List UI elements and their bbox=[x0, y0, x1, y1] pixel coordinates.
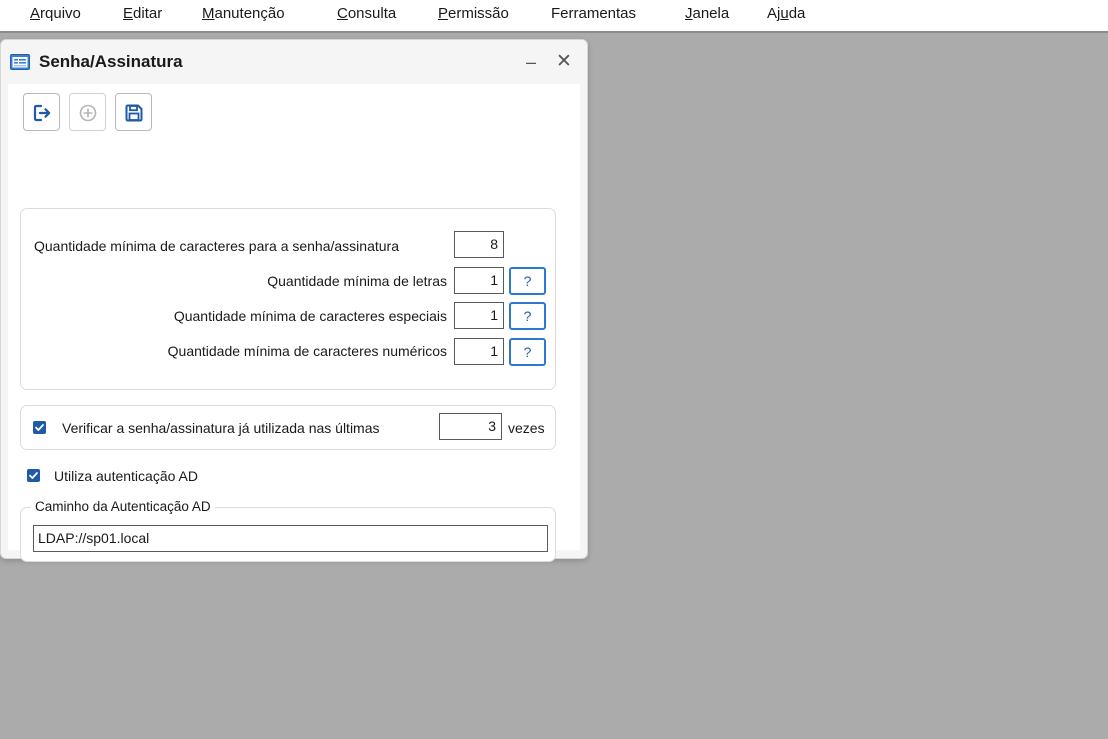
save-disk-icon bbox=[125, 104, 143, 122]
add-button[interactable] bbox=[69, 93, 106, 131]
min-letters-help-button[interactable]: ? bbox=[509, 267, 546, 295]
ad-checkbox[interactable] bbox=[27, 469, 40, 482]
menu-mnemonic: A bbox=[30, 5, 41, 22]
menu-label: ermissão bbox=[448, 5, 509, 22]
save-button[interactable] bbox=[115, 93, 152, 131]
menu-label: da bbox=[788, 5, 806, 22]
min-chars-label: Quantidade mínima de caracteres para a s… bbox=[34, 238, 399, 254]
min-special-label: Quantidade mínima de caracteres especiai… bbox=[173, 308, 447, 324]
window-title: Senha/Assinatura bbox=[39, 52, 183, 71]
menu-consulta[interactable]: Consulta bbox=[337, 5, 396, 23]
password-rules-group: Quantidade mínima de caracteres para a s… bbox=[20, 208, 556, 390]
min-letters-label: Quantidade mínima de letras bbox=[267, 273, 447, 289]
menu-label: rquivo bbox=[40, 5, 81, 22]
checkmark-icon bbox=[29, 472, 38, 479]
menu-arquivo[interactable]: Arquivo bbox=[30, 5, 81, 23]
history-label: Verificar a senha/assinatura já utilizad… bbox=[62, 420, 380, 436]
menu-label: anutenção bbox=[214, 5, 285, 22]
menu-label: Aj bbox=[767, 5, 781, 22]
min-special-input[interactable]: 1 bbox=[454, 302, 504, 329]
min-special-help-button[interactable]: ? bbox=[509, 302, 546, 330]
menu-mnemonic: E bbox=[123, 5, 134, 22]
close-button[interactable]: ✕ bbox=[553, 50, 575, 74]
ad-path-group: Caminho da Autenticação AD LDAP://sp01.l… bbox=[20, 499, 556, 562]
ad-path-input[interactable]: LDAP://sp01.local bbox=[33, 525, 548, 552]
menu-mnemonic: C bbox=[337, 5, 348, 22]
title-bar[interactable]: Senha/Assinatura – ✕ bbox=[1, 40, 587, 84]
menu-mnemonic: J bbox=[685, 5, 693, 22]
senha-assinatura-window: Senha/Assinatura – ✕ Quantidade mínima d… bbox=[0, 39, 588, 562]
menu-manutencao[interactable]: Manutenção bbox=[202, 5, 285, 23]
min-letters-input[interactable]: 1 bbox=[454, 267, 504, 294]
menu-bar: Arquivo Editar Manutenção Consulta Permi… bbox=[0, 0, 1108, 33]
minimize-button[interactable]: – bbox=[520, 50, 542, 74]
history-count-input[interactable]: 3 bbox=[439, 413, 502, 440]
menu-editar[interactable]: Editar bbox=[123, 5, 162, 23]
menu-ajuda[interactable]: Ajuda bbox=[767, 5, 805, 23]
min-numeric-label: Quantidade mínima de caracteres numérico… bbox=[167, 343, 447, 359]
history-suffix: vezes bbox=[508, 420, 545, 436]
menu-mnemonic: u bbox=[780, 5, 789, 22]
menu-ferramentas[interactable]: Ferramentas bbox=[551, 5, 636, 23]
menu-permissao[interactable]: Permissão bbox=[438, 5, 509, 23]
exit-icon bbox=[33, 104, 51, 122]
menu-mnemonic: M bbox=[202, 5, 215, 22]
menu-label: ditar bbox=[133, 5, 163, 22]
ad-path-group-title: Caminho da Autenticação AD bbox=[31, 499, 215, 514]
menu-janela[interactable]: Janela bbox=[685, 5, 729, 23]
min-numeric-input[interactable]: 1 bbox=[454, 338, 504, 365]
ad-label: Utiliza autenticação AD bbox=[54, 468, 198, 484]
min-numeric-help-button[interactable]: ? bbox=[509, 338, 546, 366]
history-checkbox[interactable] bbox=[33, 421, 46, 434]
checkmark-icon bbox=[35, 424, 44, 431]
menu-label: Ferramentas bbox=[551, 5, 637, 22]
add-circle-icon bbox=[79, 104, 97, 122]
menu-label: anela bbox=[692, 5, 730, 22]
menu-label: onsulta bbox=[347, 5, 397, 22]
exit-button[interactable] bbox=[23, 93, 60, 131]
history-group: Verificar a senha/assinatura já utilizad… bbox=[20, 405, 556, 450]
window-content: Quantidade mínima de caracteres para a s… bbox=[8, 84, 580, 562]
min-chars-input[interactable]: 8 bbox=[454, 231, 504, 258]
menu-mnemonic: P bbox=[438, 5, 449, 22]
form-window-icon bbox=[10, 54, 30, 70]
